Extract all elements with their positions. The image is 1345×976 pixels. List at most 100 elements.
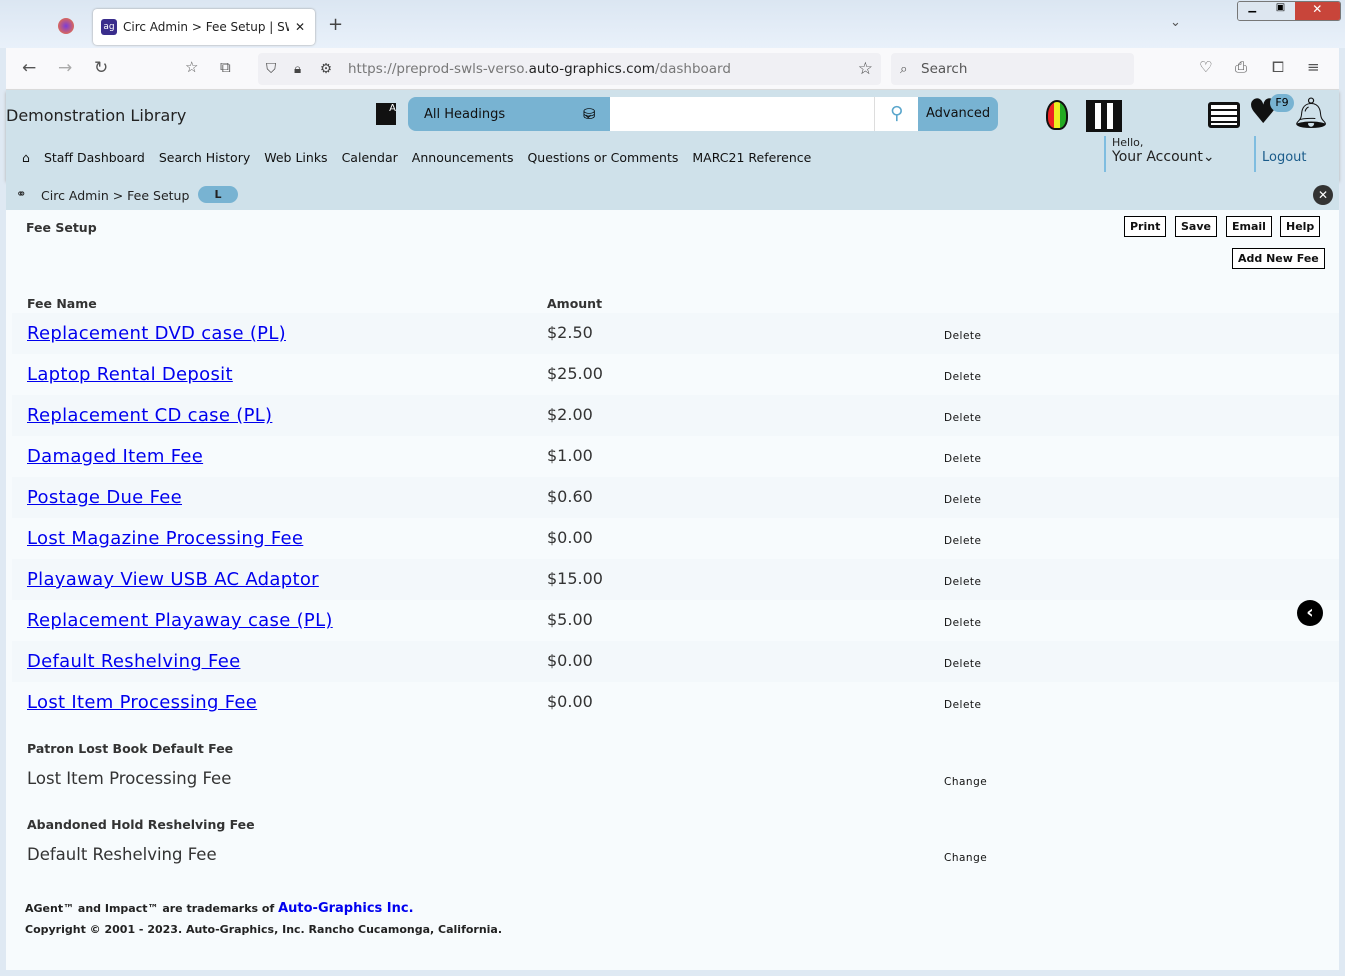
table-row: Replacement DVD case (PL) $2.50 Delete: [12, 313, 1339, 354]
search-button[interactable]: ⚲: [874, 97, 919, 131]
home-icon[interactable]: ⌂: [22, 150, 30, 165]
url-prefix: https://preprod-swls-verso.: [348, 61, 529, 77]
hot-air-balloon-icon[interactable]: [1046, 100, 1068, 130]
delete-button[interactable]: Delete: [944, 535, 982, 547]
breadcrumb[interactable]: Circ Admin > Fee Setup: [41, 188, 189, 203]
save-button[interactable]: Save: [1175, 216, 1217, 237]
back-icon[interactable]: ←: [22, 58, 36, 78]
table-row: Replacement Playaway case (PL) $5.00 Del…: [12, 600, 1339, 641]
extensions-icon[interactable]: ⧠: [1272, 58, 1284, 76]
email-button[interactable]: Email: [1226, 216, 1272, 237]
menu-staff-dashboard[interactable]: Staff Dashboard: [44, 150, 145, 165]
fee-name-link[interactable]: Postage Due Fee: [27, 487, 182, 508]
fee-name-link[interactable]: Lost Item Processing Fee: [27, 692, 257, 713]
page-title: Fee Setup: [26, 220, 97, 235]
table-row: Replacement CD case (PL) $2.00 Delete: [12, 395, 1339, 436]
bookmark-import-icon[interactable]: ☆: [185, 58, 198, 76]
print-button[interactable]: Print: [1124, 216, 1167, 237]
bell-icon[interactable]: 🔔︎: [1292, 96, 1330, 131]
browser-search[interactable]: ⌕ Search: [891, 53, 1134, 85]
menu-marc21[interactable]: MARC21 Reference: [692, 150, 811, 165]
address-bar[interactable]: ⛉ 🔒︎ ⚙ https://preprod-swls-verso.auto-g…: [258, 53, 881, 85]
firefox-icon: [58, 18, 74, 34]
help-button[interactable]: Help: [1280, 216, 1321, 237]
app-header: Demonstration Library A All Headings ⌄ ⛁ …: [6, 90, 1339, 180]
change-lost-fee-button[interactable]: Change: [944, 776, 987, 788]
close-circle-icon[interactable]: ✕: [1313, 185, 1333, 205]
delete-button[interactable]: Delete: [944, 371, 982, 383]
fee-amount: $0.60: [547, 487, 593, 506]
window-controls: ▁ ▣ ✕: [1237, 1, 1341, 21]
delete-button[interactable]: Delete: [944, 658, 982, 670]
link-icon: ⚭: [16, 186, 27, 201]
menu-web-links[interactable]: Web Links: [264, 150, 327, 165]
account-label[interactable]: Your Account: [1112, 149, 1203, 165]
menu-questions[interactable]: Questions or Comments: [527, 150, 678, 165]
chevron-left-icon[interactable]: ‹: [1297, 600, 1323, 626]
table-row: Default Reshelving Fee $0.00 Delete: [12, 641, 1339, 682]
heading-select-value: All Headings: [424, 107, 506, 122]
fee-name-link[interactable]: Replacement DVD case (PL): [27, 323, 286, 344]
fee-amount: $1.00: [547, 446, 593, 465]
advanced-search-button[interactable]: Advanced: [918, 97, 999, 131]
maximize-icon[interactable]: ▣: [1266, 2, 1295, 20]
account-menu[interactable]: Hello, Your Account⌄: [1104, 136, 1215, 172]
table-row: Lost Item Processing Fee $0.00 Delete: [12, 682, 1339, 723]
lost-fee-value: Lost Item Processing Fee: [27, 769, 232, 788]
logout-link[interactable]: Logout: [1254, 136, 1307, 172]
delete-button[interactable]: Delete: [944, 494, 982, 506]
menu-search-history[interactable]: Search History: [159, 150, 250, 165]
star-icon[interactable]: ☆: [858, 53, 873, 85]
search-placeholder: Search: [921, 61, 968, 77]
fee-name-link[interactable]: Damaged Item Fee: [27, 446, 203, 467]
close-window-icon[interactable]: ✕: [1294, 2, 1340, 20]
forward-icon[interactable]: →: [58, 58, 72, 78]
menu-announcements[interactable]: Announcements: [412, 150, 514, 165]
tab-list-chevron-icon[interactable]: ⌄: [1170, 15, 1181, 30]
minimize-icon[interactable]: ▁: [1238, 2, 1267, 20]
catalog-search-icon[interactable]: [1086, 100, 1122, 132]
fee-name-link[interactable]: Lost Magazine Processing Fee: [27, 528, 303, 549]
chevron-down-icon: ⌄: [1202, 149, 1215, 165]
add-new-fee-button[interactable]: Add New Fee: [1232, 248, 1325, 269]
fee-name-link[interactable]: Laptop Rental Deposit: [27, 364, 233, 385]
reload-icon[interactable]: ↻: [94, 58, 108, 78]
fee-amount: $5.00: [547, 610, 593, 629]
fee-amount: $15.00: [547, 569, 603, 588]
print-icon[interactable]: ⎙: [1235, 58, 1247, 76]
fee-name-header: Fee Name: [27, 296, 97, 311]
new-tab-icon[interactable]: +: [328, 14, 343, 35]
menu-icon[interactable]: ≡: [1307, 58, 1320, 76]
list-icon[interactable]: [1208, 102, 1240, 128]
share-icon[interactable]: ⧉: [220, 58, 231, 76]
delete-button[interactable]: Delete: [944, 412, 982, 424]
breadcrumb-pill[interactable]: L: [198, 186, 238, 203]
fee-name-link[interactable]: Default Reshelving Fee: [27, 651, 240, 672]
delete-button[interactable]: Delete: [944, 576, 982, 588]
fee-name-link[interactable]: Playaway View USB AC Adaptor: [27, 569, 319, 590]
pocket-icon[interactable]: ♡: [1199, 58, 1212, 76]
fee-amount: $2.00: [547, 405, 593, 424]
tab-title: Circ Admin > Fee Setup | SWLS: [123, 20, 289, 34]
database-icon[interactable]: ⛁: [583, 105, 596, 123]
menu-calendar[interactable]: Calendar: [342, 150, 398, 165]
fee-amount: $0.00: [547, 651, 593, 670]
delete-button[interactable]: Delete: [944, 699, 982, 711]
auto-graphics-link[interactable]: Auto-Graphics Inc.: [278, 901, 413, 916]
language-icon[interactable]: A: [376, 103, 396, 125]
table-row: Playaway View USB AC Adaptor $15.00 Dele…: [12, 559, 1339, 600]
delete-button[interactable]: Delete: [944, 330, 982, 342]
browser-navbar: ← → ↻ ☆ ⧉ ⛉ 🔒︎ ⚙ https://preprod-swls-ve…: [6, 48, 1339, 90]
fee-name-link[interactable]: Replacement Playaway case (PL): [27, 610, 333, 631]
hello-label: Hello,: [1112, 136, 1144, 149]
search-input[interactable]: [609, 97, 875, 131]
delete-button[interactable]: Delete: [944, 617, 982, 629]
change-hold-fee-button[interactable]: Change: [944, 852, 987, 864]
delete-button[interactable]: Delete: [944, 453, 982, 465]
fee-name-link[interactable]: Replacement CD case (PL): [27, 405, 272, 426]
close-tab-icon[interactable]: ✕: [295, 20, 305, 34]
heading-select[interactable]: All Headings ⌄: [408, 97, 610, 131]
f9-badge: F9: [1270, 94, 1294, 112]
browser-tab[interactable]: ag Circ Admin > Fee Setup | SWLS ✕: [93, 9, 315, 45]
fee-table: Replacement DVD case (PL) $2.50 Delete La…: [6, 313, 1339, 723]
